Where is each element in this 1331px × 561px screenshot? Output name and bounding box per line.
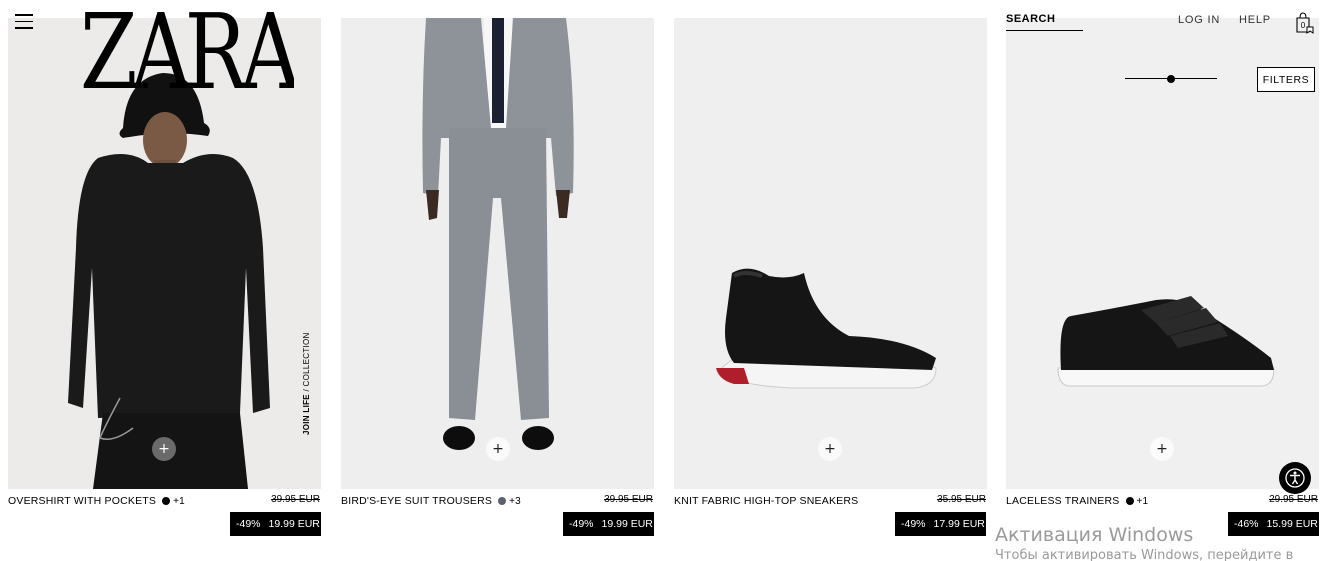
discount-badge: -49% xyxy=(236,518,261,530)
plus-icon: + xyxy=(824,441,836,457)
add-to-cart-button[interactable]: + xyxy=(486,437,510,461)
color-swatch[interactable] xyxy=(498,497,507,505)
discount-badge: -49% xyxy=(569,518,594,530)
add-to-cart-button[interactable]: + xyxy=(818,437,842,461)
sale-price-tag: -49% 19.99 EUR xyxy=(230,512,321,536)
plus-icon: + xyxy=(1156,441,1168,457)
slider-handle[interactable] xyxy=(1167,75,1175,83)
color-swatch[interactable] xyxy=(162,497,171,505)
add-to-cart-button[interactable]: + xyxy=(1150,437,1174,461)
sale-price: 15.99 EUR xyxy=(1266,518,1318,530)
more-colors[interactable]: +1 xyxy=(173,496,185,507)
hamburger-menu-icon[interactable] xyxy=(15,14,33,30)
shopping-bag-icon[interactable]: 0 xyxy=(1294,12,1314,34)
more-colors[interactable]: +1 xyxy=(1137,496,1149,507)
accessibility-icon[interactable] xyxy=(1279,462,1311,494)
search-link[interactable]: SEARCH xyxy=(1006,13,1083,31)
product-info: KNIT FABRIC HIGH-TOP SNEAKERS xyxy=(674,494,858,508)
plus-icon: + xyxy=(158,441,170,457)
product-image-suit-trousers[interactable] xyxy=(341,18,654,489)
collection-label: / COLLECTION xyxy=(302,332,311,395)
product-image-knit-sneakers[interactable] xyxy=(674,18,987,489)
bag-count: 0 xyxy=(1301,21,1306,30)
color-swatch[interactable] xyxy=(1125,497,1134,505)
logo-text: ZARA xyxy=(80,2,294,94)
product-name[interactable]: KNIT FABRIC HIGH-TOP SNEAKERS xyxy=(674,495,858,507)
plus-icon: + xyxy=(492,441,504,457)
original-price: 29.95 EUR xyxy=(1269,494,1318,505)
discount-badge: -46% xyxy=(1234,518,1259,530)
product-info: BIRD'S-EYE SUIT TROUSERS +3 xyxy=(341,494,521,508)
discount-badge: -49% xyxy=(901,518,926,530)
sale-price: 19.99 EUR xyxy=(601,518,653,530)
login-link[interactable]: LOG IN xyxy=(1178,14,1220,26)
sale-price-tag: -49% 19.99 EUR xyxy=(563,512,654,536)
sale-price: 17.99 EUR xyxy=(933,518,985,530)
windows-activation-title: Активация Windows xyxy=(995,524,1194,546)
product-name[interactable]: BIRD'S-EYE SUIT TROUSERS xyxy=(341,495,492,507)
grid-size-slider[interactable] xyxy=(1125,72,1217,86)
windows-activation-subtitle: Чтобы активировать Windows, перейдите в xyxy=(995,548,1294,561)
product-name[interactable]: OVERSHIRT WITH POCKETS xyxy=(8,495,156,507)
more-colors[interactable]: +3 xyxy=(509,496,521,507)
product-name[interactable]: LACELESS TRAINERS xyxy=(1006,495,1120,507)
product-info: OVERSHIRT WITH POCKETS +1 xyxy=(8,494,185,508)
join-life-label: JOIN LIFE xyxy=(302,394,311,435)
original-price: 39.95 EUR xyxy=(271,494,320,505)
original-price: 39.95 EUR xyxy=(604,494,653,505)
join-life-badge: JOIN LIFE / COLLECTION xyxy=(302,332,311,435)
sale-price-tag: -46% 15.99 EUR xyxy=(1228,512,1319,536)
product-info: LACELESS TRAINERS +1 xyxy=(1006,494,1148,508)
original-price: 35.95 EUR xyxy=(937,494,986,505)
sale-price: 19.99 EUR xyxy=(268,518,320,530)
zara-logo[interactable]: ZARA xyxy=(80,2,294,94)
add-to-cart-button[interactable]: + xyxy=(152,437,176,461)
sale-price-tag: -49% 17.99 EUR xyxy=(895,512,986,536)
filters-button[interactable]: FILTERS xyxy=(1257,67,1315,92)
help-link[interactable]: HELP xyxy=(1239,14,1271,26)
